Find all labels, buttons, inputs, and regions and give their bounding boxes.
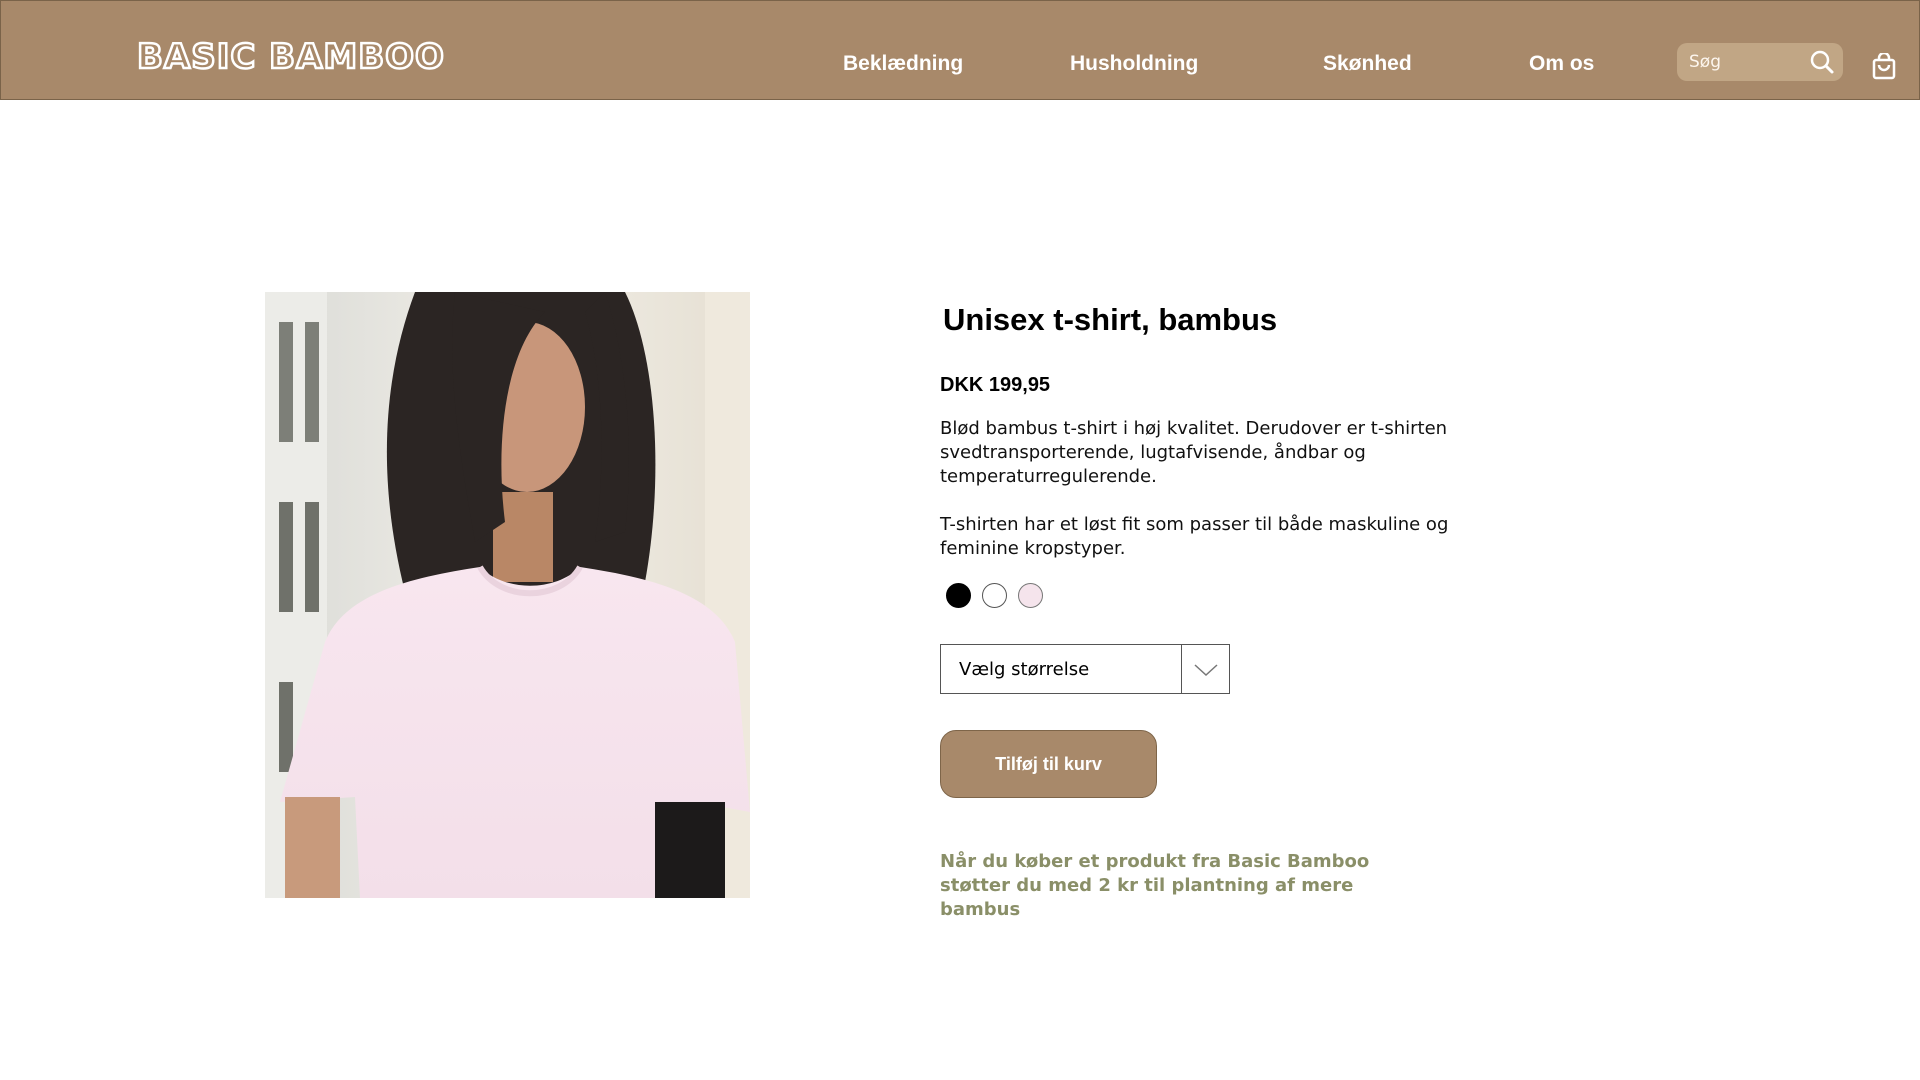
product-price: DKK 199,95 (940, 374, 1051, 396)
product-image (265, 292, 750, 898)
brand-logo[interactable]: BASIC BAMBOO (136, 36, 445, 79)
color-swatch-black[interactable] (946, 583, 971, 608)
search-input[interactable] (1689, 48, 1799, 76)
product-title: Unisex t-shirt, bambus (943, 302, 1278, 337)
search-box (1677, 43, 1843, 81)
color-swatch-light-pink[interactable] (1018, 583, 1043, 608)
size-select[interactable]: Vælg størrelse (940, 644, 1230, 694)
size-select-label: Vælg størrelse (959, 659, 1090, 680)
bamboo-planting-note: Når du køber et produkt fra Basic Bamboo… (940, 851, 1370, 920)
nav-item-om-os[interactable]: Om os (1529, 52, 1594, 76)
top-navigation-bar: BASIC BAMBOO Beklædning Husholdning Skøn… (0, 0, 1920, 100)
nav-item-husholdning[interactable]: Husholdning (1070, 52, 1198, 76)
product-description-1: Blød bambus t-shirt i høj kvalitet. Deru… (940, 418, 1448, 487)
shopping-bag-icon[interactable] (1871, 53, 1897, 81)
add-to-cart-button[interactable]: Tilføj til kurv (940, 730, 1157, 798)
chevron-down-icon[interactable] (1194, 663, 1218, 677)
product-description-2: T-shirten har et løst fit som passer til… (940, 514, 1449, 559)
nav-item-beklaedning[interactable]: Beklædning (843, 52, 963, 76)
search-icon[interactable] (1809, 49, 1835, 75)
size-select-divider (1181, 645, 1182, 693)
color-swatch-white[interactable] (982, 583, 1007, 608)
nav-item-skonhed[interactable]: Skønhed (1323, 52, 1412, 76)
